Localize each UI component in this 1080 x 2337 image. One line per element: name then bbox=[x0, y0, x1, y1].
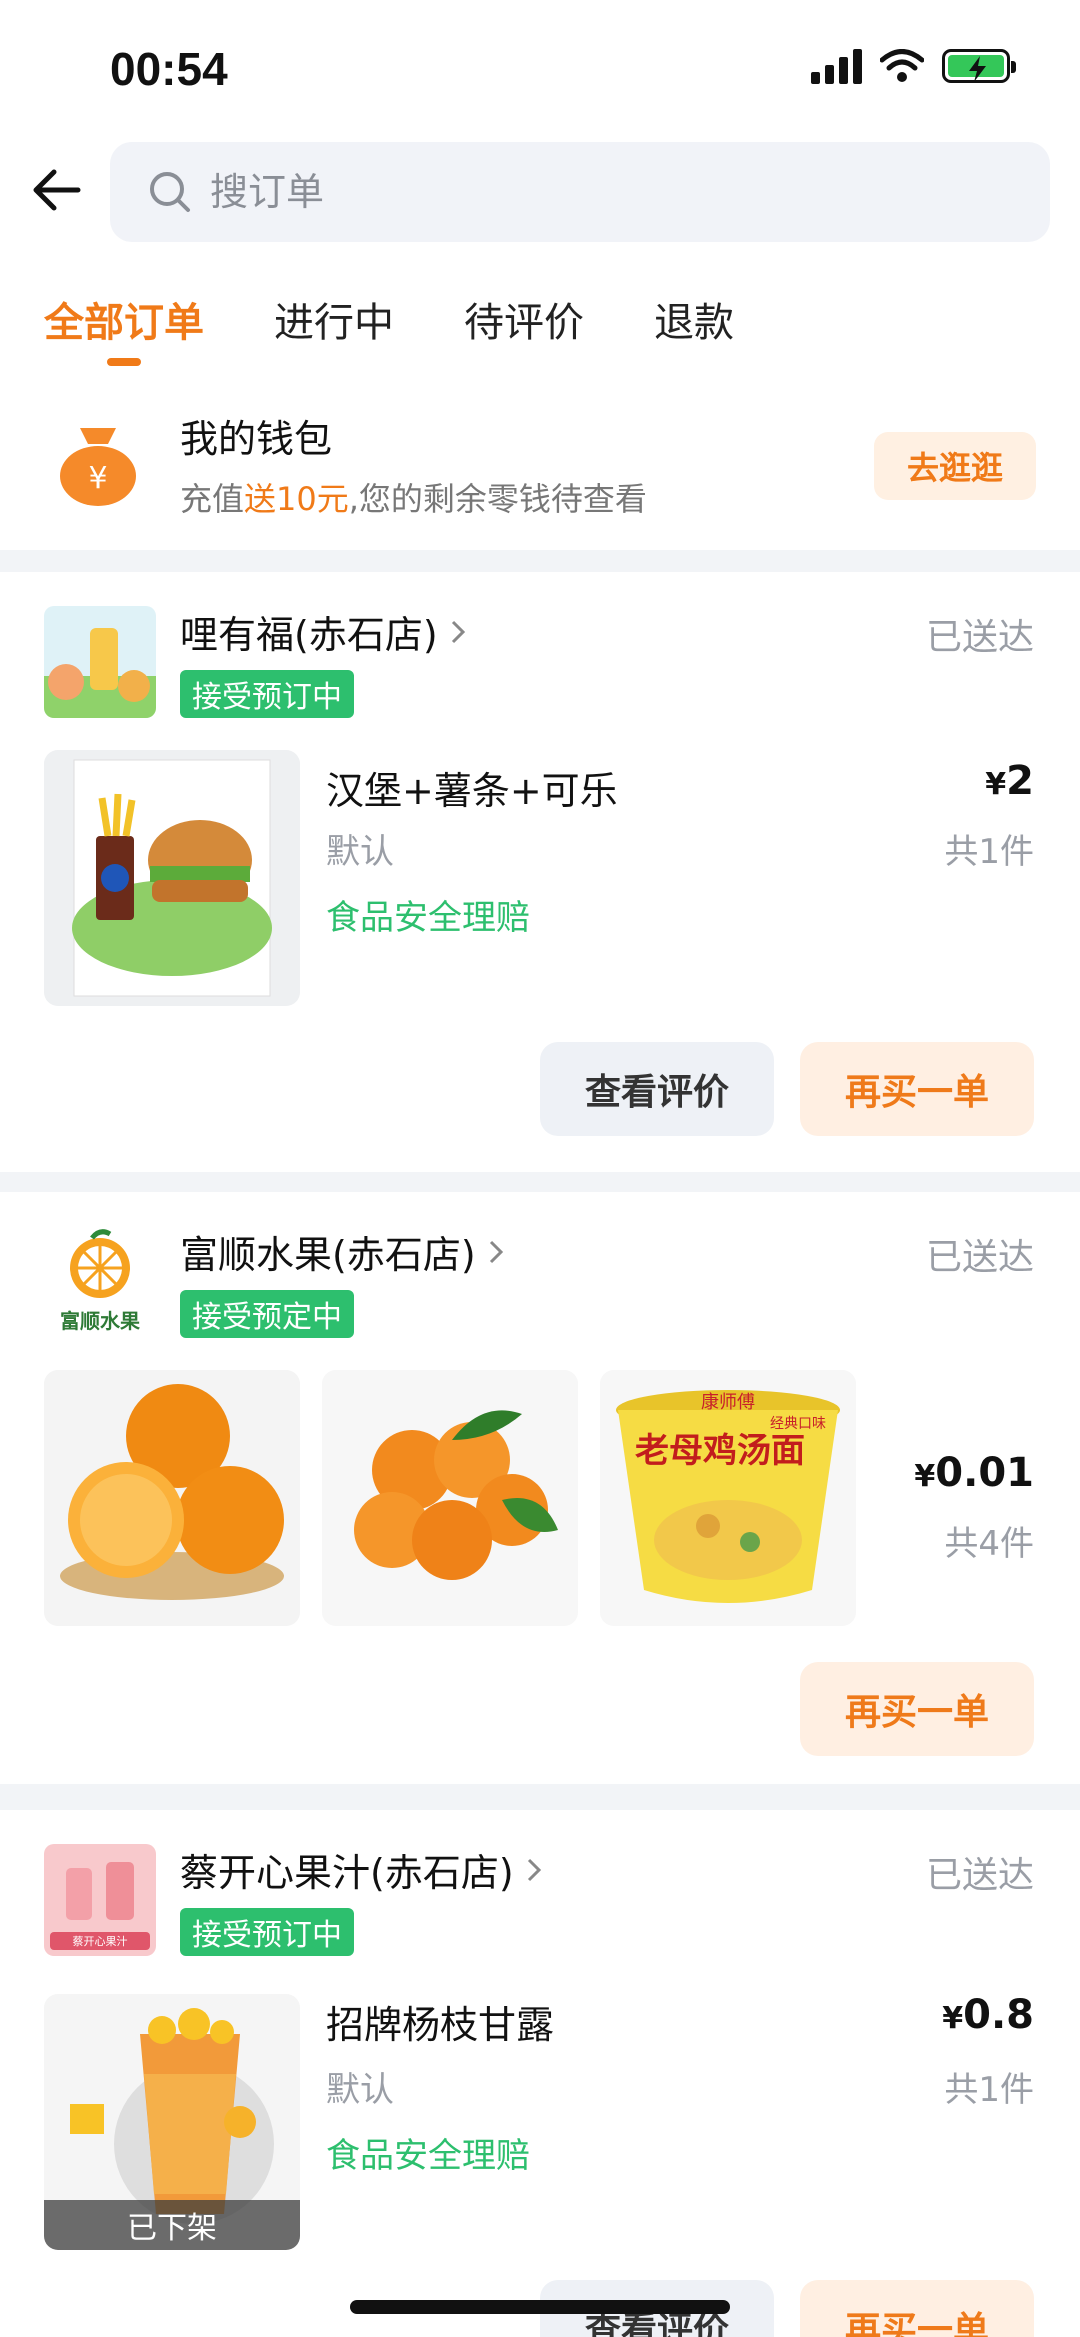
order-tabs: 全部订单 进行中 待评价 退款 bbox=[0, 250, 1080, 370]
rebuy-button[interactable]: 再买一单 bbox=[800, 1662, 1034, 1756]
shop-logo-text: 富顺水果 bbox=[60, 1309, 140, 1333]
svg-text:¥: ¥ bbox=[88, 461, 107, 496]
money-bag-icon: ¥ bbox=[60, 428, 136, 506]
off-shelf-label: 已下架 bbox=[44, 2200, 300, 2250]
shop-name[interactable]: 蔡开心果汁(赤石店) bbox=[180, 1842, 544, 1897]
rebuy-button[interactable]: 再买一单 bbox=[800, 2280, 1034, 2337]
chevron-right-icon bbox=[489, 1240, 503, 1263]
item-name: 招牌杨枝甘露 bbox=[326, 2003, 555, 2047]
shop-name[interactable]: 哩有福(赤石店) bbox=[180, 604, 468, 659]
item-name: 汉堡+薯条+可乐 bbox=[326, 769, 618, 813]
status-badge: 接受预订中 bbox=[180, 670, 354, 718]
wallet-go-button[interactable]: 去逛逛 bbox=[874, 432, 1036, 500]
search-box[interactable] bbox=[110, 142, 1050, 242]
view-review-button[interactable]: 查看评价 bbox=[540, 1042, 774, 1136]
shop-logo[interactable]: 蔡开心果汁 bbox=[44, 1844, 156, 1956]
item-count: 共1件 bbox=[944, 832, 1034, 872]
back-arrow-icon[interactable] bbox=[26, 158, 90, 222]
status-time: 00:54 bbox=[110, 43, 228, 95]
shop-name[interactable]: 富顺水果(赤石店) bbox=[180, 1224, 506, 1279]
order-status: 已送达 bbox=[925, 617, 1034, 658]
order-price: ¥2 bbox=[985, 758, 1034, 804]
order-card[interactable]: 蔡开心果汁 蔡开心果汁(赤石店) 接受预订中 已送达 已下架 招牌杨枝甘露 默认… bbox=[0, 1810, 1080, 2337]
product-image[interactable] bbox=[322, 1370, 578, 1626]
chevron-right-icon bbox=[527, 1858, 541, 1881]
tab-to-review[interactable]: 待评价 bbox=[464, 250, 584, 370]
status-badge: 接受预定中 bbox=[180, 1290, 354, 1338]
rebuy-button[interactable]: 再买一单 bbox=[800, 1042, 1034, 1136]
tab-in-progress[interactable]: 进行中 bbox=[274, 250, 394, 370]
status-icons bbox=[811, 48, 1016, 84]
tab-all-orders[interactable]: 全部订单 bbox=[44, 250, 204, 370]
order-card[interactable]: 哩有福(赤石店) 接受预订中 已送达 汉堡+薯条+可乐 默认 食品安全理赔 ¥2… bbox=[0, 572, 1080, 1172]
order-status: 已送达 bbox=[925, 1855, 1034, 1896]
signal-icon bbox=[811, 48, 862, 84]
order-status: 已送达 bbox=[925, 1237, 1034, 1278]
shop-logo-text: 蔡开心果汁 bbox=[73, 1935, 128, 1948]
wallet-title: 我的钱包 bbox=[180, 417, 333, 461]
noodle-brand: 康师傅 bbox=[701, 1392, 755, 1413]
battery-icon bbox=[942, 49, 1016, 83]
search-input[interactable] bbox=[210, 170, 970, 214]
wifi-icon bbox=[880, 49, 924, 82]
food-safety-claim[interactable]: 食品安全理赔 bbox=[326, 2128, 530, 2177]
order-card[interactable]: 富顺水果 富顺水果(赤石店) 接受预定中 已送达 康师傅 老母鸡汤面 经典口味 … bbox=[0, 1192, 1080, 1784]
shop-logo[interactable] bbox=[44, 606, 156, 718]
chevron-right-icon bbox=[451, 620, 465, 643]
item-spec: 默认 bbox=[326, 2070, 394, 2110]
noodle-tag: 经典口味 bbox=[770, 1416, 826, 1432]
tab-refund[interactable]: 退款 bbox=[654, 250, 734, 370]
product-image[interactable] bbox=[44, 750, 300, 1006]
shop-logo[interactable]: 富顺水果 bbox=[44, 1226, 156, 1338]
item-count: 共4件 bbox=[944, 1524, 1034, 1564]
noodle-name: 老母鸡汤面 bbox=[635, 1431, 805, 1471]
item-spec: 默认 bbox=[326, 832, 394, 872]
order-price: ¥0.8 bbox=[942, 1992, 1034, 2038]
food-safety-claim[interactable]: 食品安全理赔 bbox=[326, 890, 530, 939]
wallet-subtitle: 充值送10元,您的剩余零钱待查看 bbox=[180, 480, 647, 518]
home-indicator[interactable] bbox=[350, 2300, 730, 2314]
status-badge: 接受预订中 bbox=[180, 1908, 354, 1956]
header bbox=[0, 130, 1080, 250]
product-image[interactable]: 已下架 bbox=[44, 1994, 300, 2250]
item-count: 共1件 bbox=[944, 2070, 1034, 2110]
order-price: ¥0.01 bbox=[914, 1450, 1034, 1496]
wallet-banner[interactable]: ¥ 我的钱包 充值送10元,您的剩余零钱待查看 去逛逛 bbox=[0, 370, 1080, 550]
status-bar: 00:54 bbox=[0, 0, 1080, 130]
product-image[interactable] bbox=[44, 1370, 300, 1626]
search-icon bbox=[150, 172, 190, 212]
product-image[interactable]: 康师傅 老母鸡汤面 经典口味 bbox=[600, 1370, 856, 1626]
